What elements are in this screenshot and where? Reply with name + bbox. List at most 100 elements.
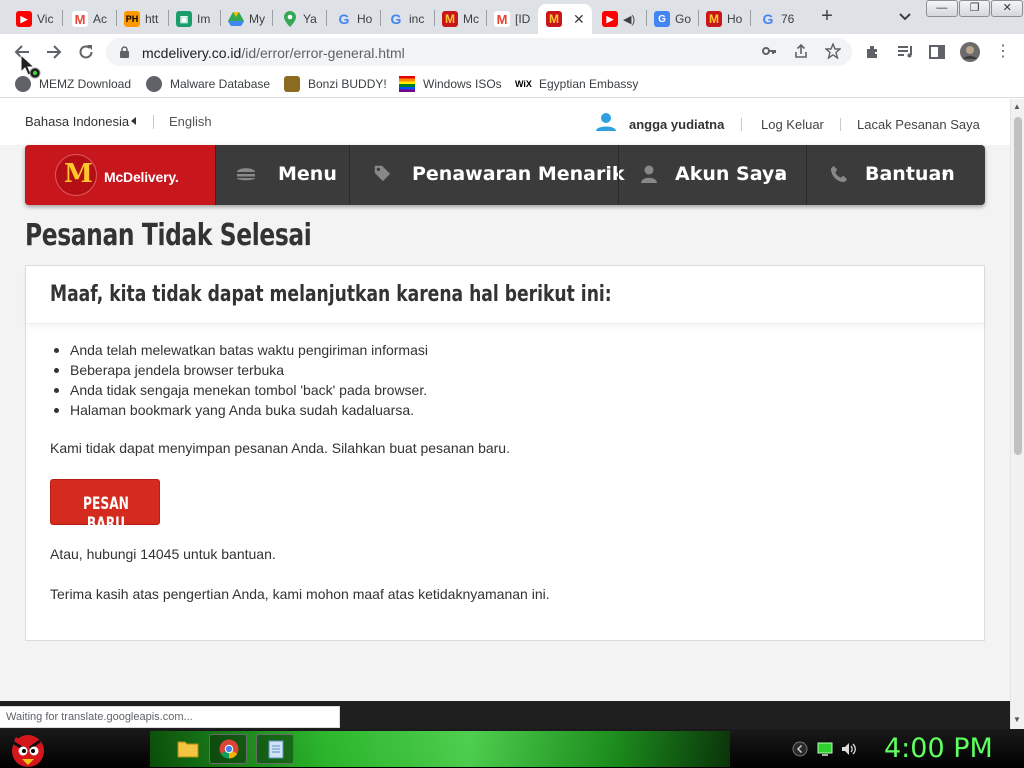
tab-youtube-1[interactable]: ▶ Vic: [8, 4, 60, 34]
tab-google-1[interactable]: G Ho: [328, 4, 380, 34]
chrome-taskbar-button[interactable]: [209, 734, 247, 764]
tab-ph[interactable]: PH htt: [116, 4, 168, 34]
youtube-icon: ▶: [602, 11, 618, 27]
mouse-cursor-icon: [20, 54, 41, 79]
cannot-save-message: Kami tidak dapat menyimpan pesanan Anda.…: [50, 440, 510, 456]
main-nav: M McDelivery. Menu Penawaran Menarik Aku…: [25, 145, 985, 205]
mcdonalds-icon: M: [442, 11, 458, 27]
page-scrollbar[interactable]: ▲ ▼: [1010, 99, 1024, 729]
language-english[interactable]: English: [169, 114, 212, 129]
action-center-icon[interactable]: [817, 741, 833, 757]
tab-gmail-2[interactable]: M [ID: [486, 4, 538, 34]
language-indonesian[interactable]: Bahasa Indonesia: [25, 114, 129, 129]
maximize-button[interactable]: ❐: [958, 0, 991, 17]
mcdonalds-icon: M: [546, 11, 562, 27]
golden-arches-icon: M: [55, 154, 97, 196]
error-card-title: Maaf, kita tidak dapat melanjutkan karen…: [50, 282, 612, 307]
phone-icon: [830, 165, 848, 183]
tab-google-2[interactable]: G inc: [380, 4, 434, 34]
browser-menu-icon[interactable]: ⋮: [994, 43, 1012, 61]
taskbar-clock[interactable]: 4:00 PM: [884, 733, 993, 764]
new-tab-button[interactable]: +: [818, 6, 836, 26]
close-window-button[interactable]: ✕: [991, 0, 1024, 17]
contact-message: Atau, hubungi 14045 untuk bantuan.: [50, 546, 276, 562]
username: angga yudiatna: [629, 117, 725, 132]
google-icon: G: [390, 11, 402, 27]
scroll-down-arrow-icon[interactable]: ▼: [1013, 715, 1021, 724]
screen: { "browser": { "tabs": [ {"title": "Vic"…: [0, 0, 1024, 768]
side-panel-icon[interactable]: [928, 43, 946, 61]
tab-translate[interactable]: G Go: [646, 4, 698, 34]
list-item: Anda telah melewatkan batas waktu pengir…: [50, 340, 930, 360]
windows-icon: [399, 76, 415, 92]
bookmark-windows-isos[interactable]: Windows ISOs: [399, 76, 502, 92]
file-explorer-taskbar-button[interactable]: [168, 734, 206, 764]
scroll-thumb[interactable]: [1014, 117, 1022, 455]
tab-google-3[interactable]: G 76: [752, 4, 804, 34]
bookmark-egyptian-embassy[interactable]: WiX Egyptian Embassy: [515, 76, 638, 92]
list-item: Anda tidak sengaja menekan tombol 'back'…: [50, 380, 930, 400]
audio-playing-icon: ◀): [623, 13, 636, 26]
new-order-button[interactable]: PESAN BARU: [50, 479, 160, 534]
volume-icon[interactable]: [841, 741, 857, 757]
nav-menu[interactable]: Menu: [215, 145, 349, 205]
image-icon: ▣: [176, 11, 192, 27]
tab-mcd-2[interactable]: M Ho: [698, 4, 750, 34]
status-bubble: Waiting for translate.googleapis.com...: [0, 706, 340, 728]
profile-avatar[interactable]: [960, 42, 980, 62]
lock-icon[interactable]: [120, 46, 129, 58]
site-top-bar: Bahasa Indonesia English angga yudiatna …: [0, 99, 1010, 145]
minimize-button[interactable]: —: [926, 0, 958, 17]
reasons-list: Anda telah melewatkan batas waktu pengir…: [50, 340, 930, 420]
start-button[interactable]: [6, 729, 48, 768]
tray-chevron-icon[interactable]: [792, 741, 808, 757]
track-order-link[interactable]: Lacak Pesanan Saya: [857, 117, 980, 132]
tab-drive[interactable]: My: [220, 4, 272, 34]
extensions-icon[interactable]: [864, 43, 882, 61]
notepad-taskbar-button[interactable]: [256, 734, 294, 764]
browser-toolbar: mcdelivery.co.id/id/error/error-general.…: [0, 34, 1024, 70]
thanks-message: Terima kasih atas pengertian Anda, kami …: [50, 586, 550, 602]
tab-search-icon[interactable]: [897, 8, 913, 24]
error-card: Maaf, kita tidak dapat melanjutkan karen…: [25, 265, 985, 641]
tab-image[interactable]: ▣ Im: [168, 4, 220, 34]
drive-icon: [228, 11, 244, 27]
address-bar[interactable]: mcdelivery.co.id/id/error/error-general.…: [106, 38, 852, 66]
bookmark-malware-db[interactable]: Malware Database: [146, 76, 270, 92]
nav-account[interactable]: Akun Saya ▾: [618, 145, 806, 205]
share-icon[interactable]: [792, 43, 810, 61]
nav-offers[interactable]: Penawaran Menarik: [349, 145, 625, 205]
user-icon: [596, 113, 616, 131]
error-card-header: Maaf, kita tidak dapat melanjutkan karen…: [26, 266, 984, 324]
tab-gmail-1[interactable]: M Ac: [64, 4, 116, 34]
maps-icon: [282, 11, 298, 27]
web-page: Bahasa Indonesia English angga yudiatna …: [0, 99, 1010, 701]
gmail-icon: M: [494, 11, 510, 27]
tab-maps[interactable]: Ya: [274, 4, 326, 34]
bonzi-icon: [284, 76, 300, 92]
logout-link[interactable]: Log Keluar: [761, 117, 824, 132]
media-control-icon[interactable]: [896, 43, 914, 61]
tag-icon: [374, 165, 391, 182]
bookmark-bonzi[interactable]: Bonzi BUDDY!: [284, 76, 387, 92]
page-title: Pesanan Tidak Selesai: [25, 218, 312, 253]
taskbar: 4:00 PM: [0, 729, 1024, 768]
reload-button[interactable]: [77, 43, 95, 61]
globe-icon: [146, 76, 162, 92]
tab-mcd-1[interactable]: M Mc: [434, 4, 486, 34]
caret-left-icon: [131, 117, 136, 125]
mcdonalds-icon: M: [706, 11, 722, 27]
password-key-icon[interactable]: [760, 43, 778, 61]
scroll-up-arrow-icon[interactable]: ▲: [1013, 102, 1021, 111]
youtube-icon: ▶: [16, 11, 32, 27]
close-tab-icon[interactable]: ✕: [573, 11, 585, 28]
burger-icon: [237, 168, 255, 181]
url-text: mcdelivery.co.id/id/error/error-general.…: [142, 45, 405, 61]
forward-button[interactable]: [45, 43, 63, 61]
gmail-icon: M: [72, 11, 88, 27]
tab-mcd-active[interactable]: M ✕: [538, 4, 592, 34]
tab-youtube-2[interactable]: ▶ ◀): [594, 4, 646, 34]
nav-help[interactable]: Bantuan ▾: [806, 145, 985, 205]
mcdelivery-logo[interactable]: M McDelivery.: [25, 145, 215, 205]
bookmark-star-icon[interactable]: [824, 42, 842, 61]
